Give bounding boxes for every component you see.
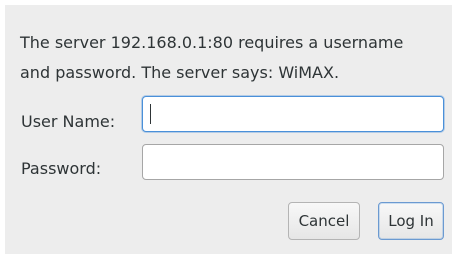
username-label: User Name:	[21, 112, 116, 131]
cancel-button[interactable]: Cancel	[288, 202, 360, 240]
password-label: Password:	[21, 159, 102, 178]
log-in-button[interactable]: Log In	[378, 202, 444, 240]
text-cursor	[150, 104, 151, 124]
authentication-dialog: The server 192.168.0.1:80 requires a use…	[5, 5, 452, 254]
auth-message-line-1: The server 192.168.0.1:80 requires a use…	[20, 33, 404, 52]
username-field[interactable]	[142, 96, 444, 132]
auth-message-line-2: and password. The server says: WiMAX.	[20, 63, 340, 82]
auth-message: The server 192.168.0.1:80 requires a use…	[20, 28, 450, 88]
password-field[interactable]	[142, 144, 444, 180]
